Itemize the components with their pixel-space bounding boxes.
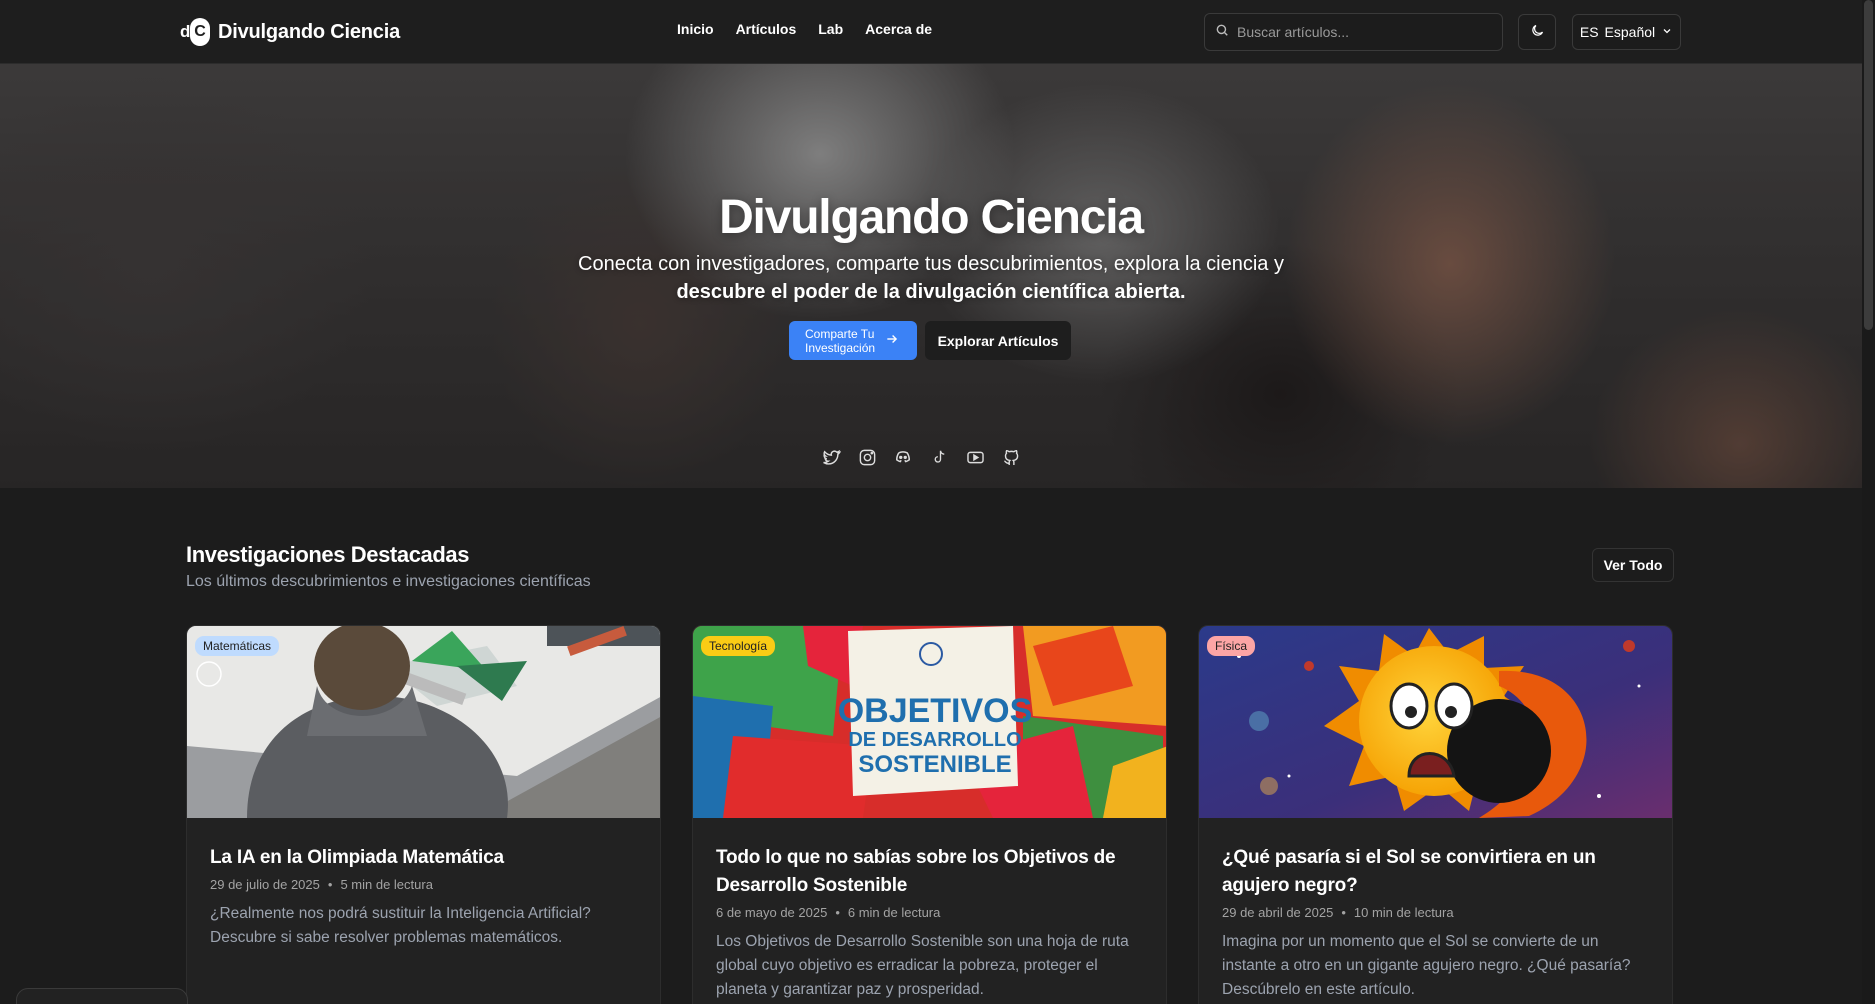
moon-icon <box>1530 23 1545 41</box>
language-code: ES <box>1579 24 1599 40</box>
youtube-icon[interactable] <box>964 446 986 468</box>
twitter-icon[interactable] <box>820 446 842 468</box>
nav-link-lab[interactable]: Lab <box>818 21 843 37</box>
top-navbar: d C Divulgando Ciencia Inicio Artículos … <box>0 0 1862 64</box>
discord-icon[interactable] <box>892 446 914 468</box>
article-meta: 29 de julio de 2025 • 5 min de lectura <box>210 877 433 892</box>
language-selector[interactable]: ES Español <box>1572 14 1681 50</box>
explore-articles-button[interactable]: Explorar Artículos <box>925 321 1071 360</box>
share-research-button[interactable]: Comparte Tu Investigación <box>789 321 917 360</box>
hero-subtitle: Conecta con investigadores, comparte tus… <box>0 250 1862 306</box>
article-date: 29 de julio de 2025 <box>210 877 320 892</box>
meta-separator: • <box>327 877 333 892</box>
category-badge: Física <box>1207 636 1256 656</box>
article-read-time: 5 min de lectura <box>340 877 433 892</box>
article-title[interactable]: ¿Qué pasaría si el Sol se convirtiera en… <box>1222 844 1652 900</box>
article-card-ods[interactable]: OBJETIVOS DE DESARROLLO SOSTENIBLE Tecno… <box>692 625 1167 1004</box>
article-date: 6 de mayo de 2025 <box>716 905 828 920</box>
theme-toggle-button[interactable] <box>1518 14 1556 50</box>
category-badge: Tecnología <box>701 636 776 656</box>
arrow-right-icon <box>885 332 899 349</box>
article-meta: 29 de abril de 2025 • 10 min de lectura <box>1222 905 1454 920</box>
article-thumbnail <box>1199 626 1672 818</box>
ods-image-text-1: OBJETIVOS <box>838 692 1033 730</box>
nav-link-acerca-de[interactable]: Acerca de <box>865 21 932 37</box>
meta-separator: • <box>835 905 840 920</box>
article-title[interactable]: La IA en la Olimpiada Matemática <box>210 844 640 872</box>
nav-link-inicio[interactable]: Inicio <box>677 21 714 37</box>
article-title[interactable]: Todo lo que no sabías sobre los Objetivo… <box>716 844 1146 900</box>
dev-toolbar[interactable] <box>16 988 188 1004</box>
featured-subtitle: Los últimos descubrimientos e investigac… <box>186 573 591 590</box>
article-read-time: 10 min de lectura <box>1353 905 1454 920</box>
article-read-time: 6 min de lectura <box>847 905 941 920</box>
hero-subtitle-line2: descubre el poder de la divulgación cien… <box>676 281 1186 303</box>
article-excerpt: Imagina por un momento que el Sol se con… <box>1222 933 1631 998</box>
share-research-label-line2: Investigación <box>805 340 876 355</box>
share-research-label: Comparte Tu Investigación <box>805 327 875 355</box>
featured-title: Investigaciones Destacadas <box>186 542 470 567</box>
scrollbar-thumb[interactable] <box>1864 0 1873 330</box>
article-card-ia-olimpiada[interactable]: Matemáticas La IA en la Olimpiada Matemá… <box>186 625 661 1004</box>
tiktok-icon[interactable] <box>928 446 950 468</box>
search-icon <box>1215 23 1229 42</box>
page-scrollbar[interactable] <box>1862 0 1875 1004</box>
main-nav: Inicio Artículos Lab Acerca de <box>677 21 954 37</box>
ods-image-text-2: DE DESARROLLO <box>848 729 1021 751</box>
search-input[interactable] <box>1237 24 1477 40</box>
logo-mark-d: d <box>180 22 191 41</box>
chevron-down-icon <box>1661 24 1673 40</box>
share-research-label-line1: Comparte Tu <box>805 326 875 341</box>
language-label: Español <box>1604 24 1656 40</box>
hero-title: Divulgando Ciencia <box>719 191 1144 244</box>
nav-link-articulos[interactable]: Artículos <box>736 21 797 37</box>
article-excerpt: Los Objetivos de Desarrollo Sostenible s… <box>716 933 1129 998</box>
brand-logo-link[interactable]: d C Divulgando Ciencia <box>180 16 400 48</box>
article-meta: 6 de mayo de 2025 • 6 min de lectura <box>716 905 940 920</box>
article-excerpt: ¿Realmente nos podrá sustituir la Inteli… <box>210 905 591 946</box>
see-all-button[interactable]: Ver Todo <box>1592 548 1674 582</box>
hero-buttons: Comparte Tu Investigación Explorar Artíc… <box>789 321 1071 360</box>
brand-name: Divulgando Ciencia <box>218 20 400 43</box>
logo-mark-icon: d C <box>180 17 210 47</box>
hero-subtitle-line1: Conecta con investigadores, comparte tus… <box>578 253 1284 275</box>
article-card-sol-agujero-negro[interactable]: Física ¿Qué pasaría si el Sol se convirt… <box>1198 625 1673 1004</box>
category-badge: Matemáticas <box>195 636 280 656</box>
meta-separator: • <box>1341 905 1346 920</box>
github-icon[interactable] <box>1000 446 1022 468</box>
article-date: 29 de abril de 2025 <box>1222 905 1334 920</box>
instagram-icon[interactable] <box>856 446 878 468</box>
search-box[interactable] <box>1204 13 1503 51</box>
ods-image-text-3: SOSTENIBLE <box>858 751 1011 778</box>
logo-mark-c: C <box>190 18 210 46</box>
social-links <box>820 446 1022 468</box>
hero-section: Divulgando Ciencia Conecta con investiga… <box>0 64 1862 488</box>
